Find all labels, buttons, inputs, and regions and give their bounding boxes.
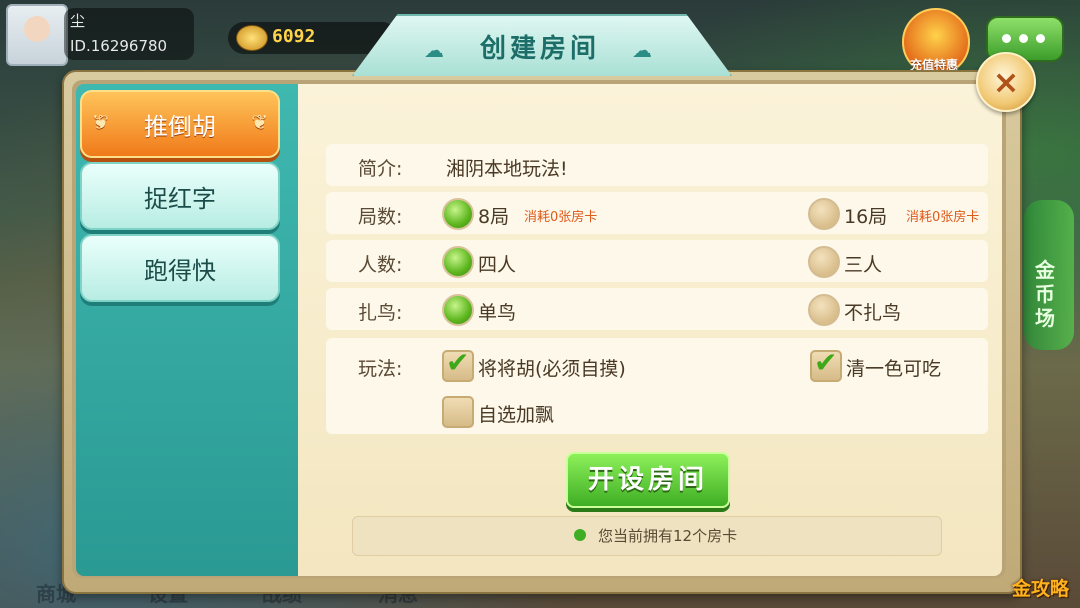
rounds-16-label[interactable]: 16局 — [844, 202, 887, 229]
close-icon: × — [992, 63, 1020, 101]
coin-value: 6092 — [272, 26, 316, 47]
players-row — [326, 240, 988, 282]
mode-tab-label: 推倒胡 — [144, 112, 216, 141]
room-card-count: 您当前拥有12个房卡 — [598, 527, 738, 545]
birds-none-label[interactable]: 不扎鸟 — [844, 298, 901, 325]
rounds-8-cost: 消耗0张房卡 — [524, 210, 598, 225]
close-button[interactable]: × — [976, 52, 1036, 112]
checkmark-icon: ✔ — [814, 346, 838, 379]
rule-qingyise-label[interactable]: 清一色可吃 — [846, 354, 941, 381]
birds-single-label[interactable]: 单鸟 — [478, 298, 516, 325]
players-three-label[interactable]: 三人 — [844, 250, 882, 277]
mode-tab-tuidaohu[interactable]: 推倒胡 — [80, 90, 280, 158]
rounds-row — [326, 192, 988, 234]
dot-icon — [1019, 34, 1028, 43]
birds-single-radio[interactable] — [442, 294, 474, 326]
checkmark-icon: ✔ — [446, 346, 470, 379]
players-four-radio[interactable] — [442, 246, 474, 278]
coin-icon — [236, 25, 268, 51]
rule-qingyise-checkbox[interactable]: ✔ — [810, 346, 842, 382]
user-id: ID.16296780 — [70, 37, 168, 55]
dialog-title: 创建房间 — [479, 34, 600, 64]
intro-text: 湘阴本地玩法! — [446, 158, 568, 180]
rules-row — [326, 338, 988, 434]
create-room-button[interactable]: 开设房间 — [566, 452, 730, 508]
intro-row — [326, 144, 988, 186]
rounds-label: 局数: — [358, 206, 403, 228]
status-dot-icon — [574, 529, 586, 541]
rules-label: 玩法: — [358, 358, 403, 380]
players-three-radio[interactable] — [808, 246, 840, 278]
avatar[interactable] — [6, 4, 68, 66]
mode-tab-label: 捉红字 — [144, 184, 216, 213]
rule-zixuanjiapiao-checkbox[interactable] — [442, 396, 474, 428]
rounds-8-radio[interactable] — [442, 198, 474, 230]
user-name: 尘 — [70, 12, 86, 30]
gold-field-label: 金币场 — [1035, 258, 1055, 330]
rounds-8-label[interactable]: 8局 — [478, 202, 509, 229]
watermark: 金攻略 — [1012, 578, 1070, 600]
mode-tab-zhuohongzi[interactable]: 捉红字 — [80, 162, 280, 230]
mode-tab-paodekuai[interactable]: 跑得快 — [80, 234, 280, 302]
birds-label: 扎鸟: — [358, 302, 403, 324]
rule-jiangjianghu-checkbox[interactable]: ✔ — [442, 346, 474, 382]
rounds-16-cost: 消耗0张房卡 — [906, 210, 980, 225]
players-label: 人数: — [358, 254, 403, 276]
mode-tab-label: 跑得快 — [144, 256, 216, 285]
intro-label: 简介: — [358, 158, 403, 180]
dot-icon — [1002, 34, 1011, 43]
players-four-label[interactable]: 四人 — [478, 250, 516, 277]
rounds-16-radio[interactable] — [808, 198, 840, 230]
rule-jiangjianghu-label[interactable]: 将将胡(必须自摸) — [478, 354, 626, 381]
dot-icon — [1036, 34, 1045, 43]
rule-zixuanjiapiao-label[interactable]: 自选加飘 — [478, 400, 554, 427]
birds-none-radio[interactable] — [808, 294, 840, 326]
